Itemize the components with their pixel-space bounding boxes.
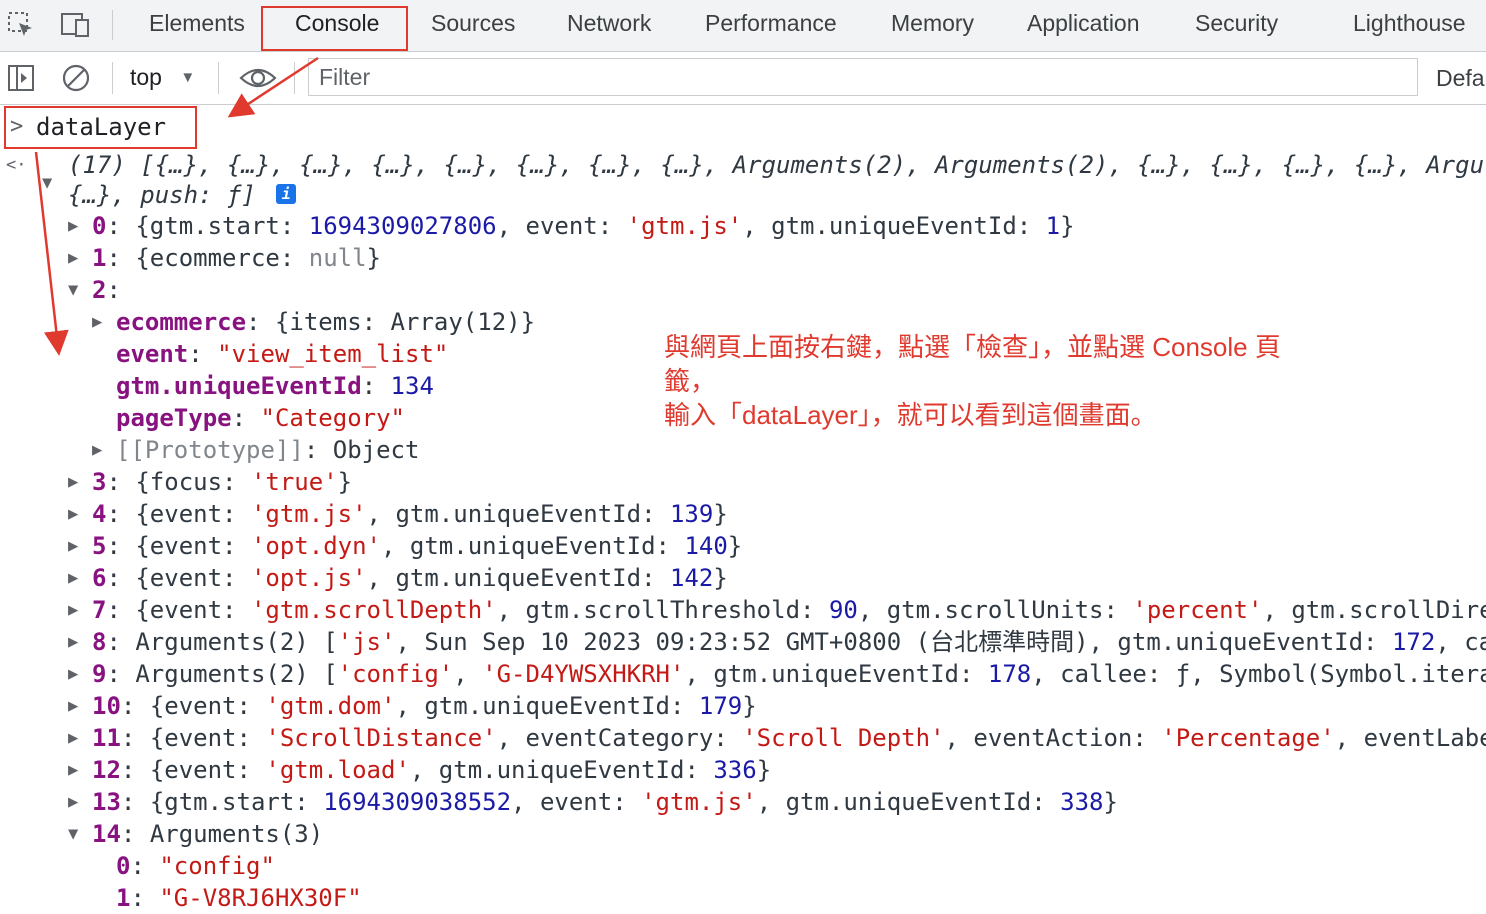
annotation-arrows [34,56,319,356]
annotation-note: 與網頁上面按右鍵，點選「檢查」，並點選 Console 頁 籤， 輸入「data… [664,330,1364,432]
annotation-line-1: 與網頁上面按右鍵，點選「檢查」，並點選 Console 頁 [664,332,1281,362]
arrow-console-to-input [227,56,319,118]
arrow-input-to-output [34,151,69,356]
annotation-line-2: 籤， [664,366,717,396]
annotation-line-3: 輸入「dataLayer」，就可以看到這個畫面。 [664,400,1157,430]
